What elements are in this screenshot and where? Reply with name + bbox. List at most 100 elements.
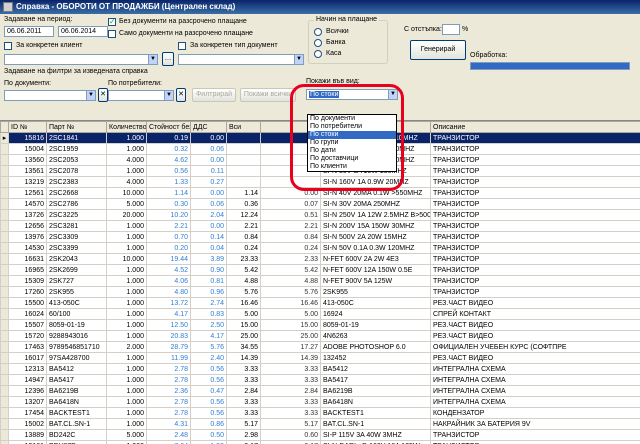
- cell-id[interactable]: 17463: [8, 341, 47, 353]
- cell-description[interactable]: ИНТЕГРАЛНА СХЕМА: [430, 385, 640, 397]
- cell-spec[interactable]: SI-P 115V 3A 40W 3MHZ: [320, 429, 431, 441]
- cell-total[interactable]: 16.46: [226, 297, 261, 309]
- cell-id[interactable]: 13560: [8, 154, 47, 166]
- cell-quantity[interactable]: 1.000: [106, 440, 147, 444]
- cell-vat[interactable]: 2.40: [190, 352, 227, 364]
- cell-value[interactable]: 0.20: [146, 242, 191, 254]
- cell-quantity[interactable]: 1.000: [106, 319, 147, 331]
- table-row[interactable]: 17463 9789546851710 2.000 28.79 5.76 34.55 17.…: [0, 341, 640, 353]
- cell-vat[interactable]: 0.06: [190, 143, 227, 155]
- cell-total[interactable]: 1.14: [226, 187, 261, 199]
- table-row[interactable]: 13207 BA6418N 1.000 2.78 0.56 3.33 3.33 BA6418N…: [0, 396, 640, 408]
- table-row[interactable]: 15500 413-050C 1.000 13.72 2.74 16.46 16.46 413…: [0, 297, 640, 309]
- cell-part[interactable]: 2SC2383: [46, 176, 107, 188]
- cell-description[interactable]: РЕЗ.ЧАСТ ВИДЕО: [430, 319, 640, 331]
- only-docs-checkbox[interactable]: [108, 30, 116, 38]
- cell-value[interactable]: 7.64: [146, 440, 191, 444]
- cell-part[interactable]: 2SK2699: [46, 264, 107, 276]
- table-row[interactable]: 14530 2SC3399 1.000 0.20 0.04 0.24 0.24 SI-N 50…: [0, 242, 640, 254]
- cell-id[interactable]: 16017: [8, 352, 47, 364]
- cell-id[interactable]: 15309: [8, 275, 47, 287]
- cell-id[interactable]: 13207: [8, 396, 47, 408]
- cell-id[interactable]: 15500: [8, 297, 47, 309]
- table-row[interactable]: 14947 BA5417 1.000 2.78 0.56 3.33 3.33 BA5417 ИН…: [0, 374, 640, 386]
- cell-description[interactable]: ТРАНЗИСТОР: [430, 176, 640, 188]
- cell-quantity[interactable]: 1.000: [106, 275, 147, 287]
- cell-quantity[interactable]: 5.000: [106, 198, 147, 210]
- cell-unit-price[interactable]: 3.33: [260, 407, 321, 419]
- cell-vat[interactable]: 3.89: [190, 253, 227, 265]
- cell-spec[interactable]: BA6418N: [320, 396, 431, 408]
- cell-description[interactable]: РЕЗ.ЧАСТ ВИДЕО: [430, 297, 640, 309]
- cell-quantity[interactable]: 1.000: [106, 286, 147, 298]
- cell-id[interactable]: 14530: [8, 242, 47, 254]
- cell-unit-price[interactable]: 5.17: [260, 418, 321, 430]
- cell-part[interactable]: 2SC2053: [46, 154, 107, 166]
- cell-part[interactable]: BD242C: [46, 429, 107, 441]
- cell-total[interactable]: 4.88: [226, 275, 261, 287]
- chevron-down-icon[interactable]: ▼: [86, 91, 95, 100]
- cell-part[interactable]: 2SC3309: [46, 231, 107, 243]
- cell-part[interactable]: 8059-01-19: [46, 319, 107, 331]
- cell-quantity[interactable]: 1.000: [106, 396, 147, 408]
- cell-part[interactable]: 2SK2043: [46, 253, 107, 265]
- period-from-input[interactable]: 06.06.2011: [4, 26, 54, 37]
- cell-unit-price[interactable]: 15.00: [260, 319, 321, 331]
- cell-total[interactable]: 15.00: [226, 319, 261, 331]
- cell-spec[interactable]: SI-N-DARL+D 160V 16A 125W: [320, 440, 431, 444]
- cell-total[interactable]: 2.84: [226, 385, 261, 397]
- cell-id[interactable]: 15720: [8, 330, 47, 342]
- cell-value[interactable]: 0.70: [146, 231, 191, 243]
- cell-spec[interactable]: BA6219B: [320, 385, 431, 397]
- show-all-button[interactable]: Покажи всички: [240, 88, 296, 102]
- cell-part[interactable]: BA5417: [46, 374, 107, 386]
- header-description[interactable]: Описание: [430, 121, 640, 133]
- cell-description[interactable]: ТРАНЗИСТОР: [430, 209, 640, 221]
- cell-vat[interactable]: 0.11: [190, 165, 227, 177]
- cell-value[interactable]: 0.32: [146, 143, 191, 155]
- cell-total[interactable]: 3.33: [226, 363, 261, 375]
- table-row[interactable]: 17260 2SK955 1.000 4.80 0.96 5.76 5.76 2SK955 ТР…: [0, 286, 640, 298]
- header-total[interactable]: Вси: [226, 121, 261, 133]
- cell-id[interactable]: 15816: [8, 132, 47, 144]
- cell-total[interactable]: 23.33: [226, 253, 261, 265]
- cell-total[interactable]: 5.00: [226, 308, 261, 320]
- table-row[interactable]: 13161BDV67D1.0007.641.539.179.17SI-N-DAR…: [0, 440, 640, 444]
- cell-total[interactable]: 14.39: [226, 352, 261, 364]
- cell-description[interactable]: ТРАНЗИСТОР: [430, 242, 640, 254]
- cell-value[interactable]: 4.31: [146, 418, 191, 430]
- cell-part[interactable]: 97SA428700: [46, 352, 107, 364]
- clear-user-button[interactable]: ✕: [176, 88, 186, 102]
- cell-description[interactable]: ТРАНЗИСТОР: [430, 154, 640, 166]
- cell-quantity[interactable]: 1.000: [106, 363, 147, 375]
- cell-id[interactable]: 13889: [8, 429, 47, 441]
- cell-value[interactable]: 4.52: [146, 264, 191, 276]
- cell-vat[interactable]: 2.04: [190, 209, 227, 221]
- cell-value[interactable]: 19.44: [146, 253, 191, 265]
- cell-id[interactable]: 17260: [8, 286, 47, 298]
- cell-quantity[interactable]: 1.000: [106, 231, 147, 243]
- cell-id[interactable]: 15002: [8, 418, 47, 430]
- cell-part[interactable]: BA6418N: [46, 396, 107, 408]
- cell-part[interactable]: BAT.CL.SN-1: [46, 418, 107, 430]
- table-row[interactable]: 13889 BD242C 5.000 2.48 0.50 2.98 0.60 SI-P 115…: [0, 429, 640, 441]
- cell-id[interactable]: 14947: [8, 374, 47, 386]
- cell-value[interactable]: 4.06: [146, 275, 191, 287]
- cell-total[interactable]: 12.24: [226, 209, 261, 221]
- cell-value[interactable]: 2.78: [146, 374, 191, 386]
- cell-total[interactable]: 3.33: [226, 396, 261, 408]
- cell-quantity[interactable]: 1.000: [106, 297, 147, 309]
- cell-part[interactable]: 2SC3225: [46, 209, 107, 221]
- cell-spec[interactable]: SI-N 200V 15A 150W 30MHZ: [320, 220, 431, 232]
- cell-quantity[interactable]: 1.000: [106, 308, 147, 320]
- cell-part[interactable]: BA5412: [46, 363, 107, 375]
- cell-value[interactable]: 4.62: [146, 154, 191, 166]
- client-select[interactable]: ▼: [4, 54, 158, 65]
- cell-part[interactable]: BACKTEST1: [46, 407, 107, 419]
- cell-description[interactable]: ТРАНЗИСТОР: [430, 275, 640, 287]
- chevron-down-icon[interactable]: ▼: [148, 55, 157, 64]
- payment-radio-cash[interactable]: [314, 50, 322, 58]
- cell-total[interactable]: 25.00: [226, 330, 261, 342]
- cell-unit-price[interactable]: 2.33: [260, 253, 321, 265]
- cell-unit-price[interactable]: 14.39: [260, 352, 321, 364]
